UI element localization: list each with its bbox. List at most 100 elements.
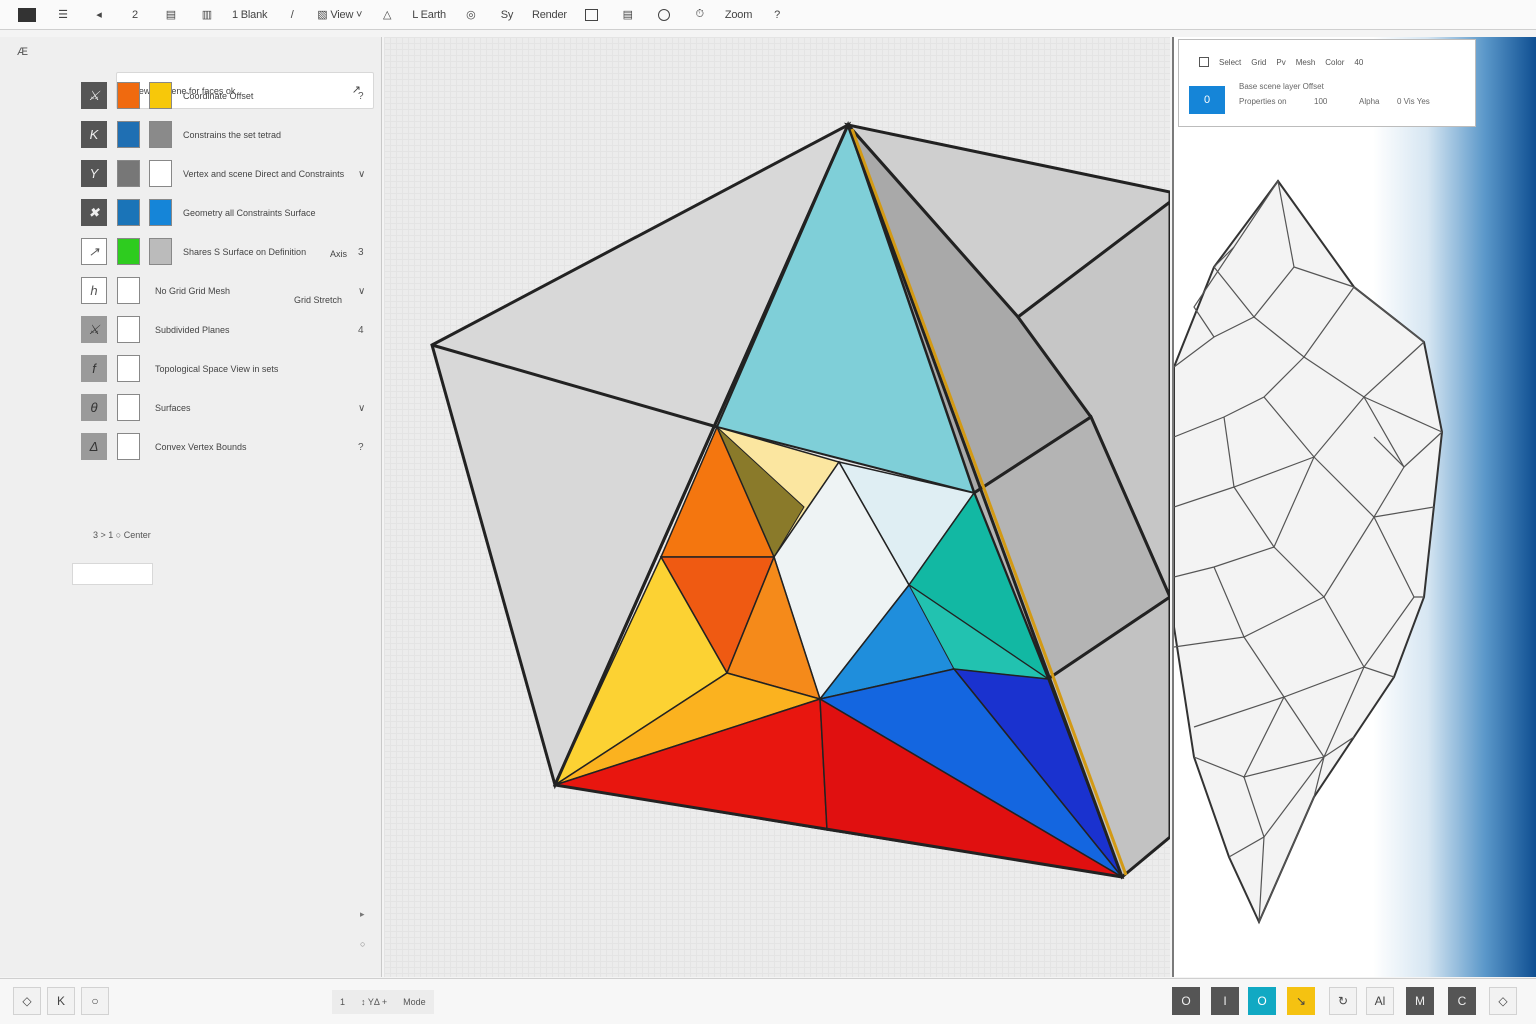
color-swatch[interactable] [117,394,140,421]
shape-icon[interactable]: △ [376,4,398,26]
props-tab-pv[interactable]: Pv [1276,58,1285,67]
color-swatch[interactable] [149,121,172,148]
apply-button[interactable]: 0 [1189,86,1225,114]
render-button[interactable]: Render [532,4,567,26]
props-line2: Properties on [1239,97,1287,106]
select-checkbox[interactable] [1199,57,1209,67]
row-expand-icon[interactable]: ∨ [358,169,365,180]
color-swatch[interactable] [117,160,140,187]
props-line2-end: 0 Vis Yes [1397,97,1430,106]
redo-icon[interactable]: 2 [124,4,146,26]
bottom-right-button[interactable]: ◇ [1489,987,1517,1015]
row-expand-icon[interactable]: 3 [358,247,364,258]
tool-row-label[interactable]: Topological Space View in sets [155,364,278,374]
color-swatch[interactable] [117,277,140,304]
scroll-dot-icon[interactable]: ○ [360,939,365,949]
row-expand-icon[interactable]: 4 [358,325,364,336]
polyhedron-drawing [430,120,1170,880]
bottom-right-button[interactable]: ↘ [1287,987,1315,1015]
color-swatch[interactable] [149,160,172,187]
blank-button[interactable]: 1 Blank [232,4,267,26]
earth-button[interactable]: L Earth [412,4,446,26]
target-icon[interactable]: ◎ [460,4,482,26]
props-tab-color[interactable]: Color [1325,58,1344,67]
bottom-bar: 1 ↕ YΔ + Mode ◇ K ○ O I O ↘ ↻ Al M C ◇ [0,978,1536,1024]
row-expand-icon[interactable]: ∨ [358,286,365,297]
tool-icon-10[interactable]: Δ [81,433,107,460]
bottom-right-button[interactable]: ↻ [1329,987,1357,1015]
color-swatch[interactable] [117,355,140,382]
tool-row-label[interactable]: Vertex and scene Direct and Constraints [183,169,344,179]
drawing-canvas[interactable] [384,37,1170,977]
bottom-right-button[interactable]: M [1406,987,1434,1015]
color-swatch[interactable] [117,121,140,148]
tool-icon-1[interactable]: ⚔ [81,82,107,109]
tool-icon-8[interactable]: f [81,355,107,382]
tool-icon-2[interactable]: K [81,121,107,148]
zoom-button[interactable]: Zoom [725,4,753,26]
color-swatch[interactable] [117,238,140,265]
row-expand-icon[interactable]: ∨ [358,403,365,414]
tool-icon-6[interactable]: h [81,277,107,304]
bottom-left-button[interactable]: K [47,987,75,1015]
props-line2-value[interactable]: 100 [1314,97,1327,106]
props-tab-select[interactable]: Select [1219,58,1241,67]
tool-row-label[interactable]: Convex Vertex Bounds [155,442,247,452]
color-swatch[interactable] [149,238,172,265]
color-swatch[interactable] [149,199,172,226]
status-axis: ↕ YΔ + [361,997,388,1007]
color-swatch[interactable] [117,199,140,226]
tool-row-label[interactable]: Shares S Surface on Definition [183,247,306,257]
back-icon[interactable]: ◂ [88,4,110,26]
tool-row-label[interactable]: Subdivided Planes [155,325,230,335]
status-field[interactable]: 1 ↕ YΔ + Mode [332,990,434,1014]
row-expand-icon[interactable]: ? [358,442,364,453]
app-menu-square-icon [18,7,36,22]
center-option[interactable]: 3 > 1 ○ Center [93,530,151,540]
tool-icon-5[interactable]: ↗ [81,238,107,265]
tool-row-label[interactable]: Constrains the set tetrad [183,130,281,140]
bottom-right-button[interactable]: C [1448,987,1476,1015]
bottom-right-button[interactable]: O [1248,987,1276,1015]
color-swatch[interactable] [117,433,140,460]
props-tab-grid[interactable]: Grid [1251,58,1266,67]
color-swatch[interactable] [149,82,172,109]
select-view[interactable]: ▧ View ˅ [317,4,362,26]
tool-icon-3[interactable]: Y [81,160,107,187]
props-tab-mesh[interactable]: Mesh [1296,58,1316,67]
tool-icon-7[interactable]: ⚔ [81,316,107,343]
pen-icon[interactable]: / [281,4,303,26]
bottom-left-button[interactable]: ○ [81,987,109,1015]
tool-icon-4[interactable]: ✖ [81,199,107,226]
panel-collapse-icon[interactable]: Æ [17,46,28,58]
layers-icon[interactable]: ▥ [196,4,218,26]
tool-icon-9[interactable]: θ [81,394,107,421]
props-value: 40 [1354,57,1364,67]
bottom-right-button[interactable]: I [1211,987,1239,1015]
color-swatch[interactable] [117,316,140,343]
mesh-preview [1174,179,1444,925]
value-input[interactable] [72,563,153,585]
tool-row-label[interactable]: Geometry all Constraints Surface [183,208,316,218]
tool-row-label[interactable]: Coordinate Offset [183,91,253,101]
bottom-left-button[interactable]: ◇ [13,987,41,1015]
help-icon[interactable]: ? [766,4,788,26]
page-icon[interactable]: ▤ [617,4,639,26]
timer-icon[interactable]: ⏱ [689,4,711,26]
tool-row-label[interactable]: No Grid Grid Mesh [155,286,230,296]
bottom-right-button[interactable]: Al [1366,987,1394,1015]
tools-panel: Æ View in scene for faces ok ↗ 3 > 1 ○ C… [0,37,382,977]
tool-row-extra: Grid Stretch [294,295,343,305]
save-icon[interactable]: ▤ [160,4,182,26]
row-expand-icon[interactable]: ? [358,91,364,102]
app-menu-icon[interactable] [16,4,38,26]
color-swatch[interactable] [117,82,140,109]
properties-toolbar: Select Grid Pv Mesh Color 40 [1199,57,1363,67]
sy-button[interactable]: Sy [496,4,518,26]
scroll-down-icon[interactable]: ▸ [360,909,365,920]
menu-icon[interactable]: ☰ [52,4,74,26]
tool-row-label[interactable]: Surfaces [155,403,191,413]
frame-icon[interactable] [581,4,603,26]
bottom-right-button[interactable]: O [1172,987,1200,1015]
circle-icon[interactable] [653,4,675,26]
